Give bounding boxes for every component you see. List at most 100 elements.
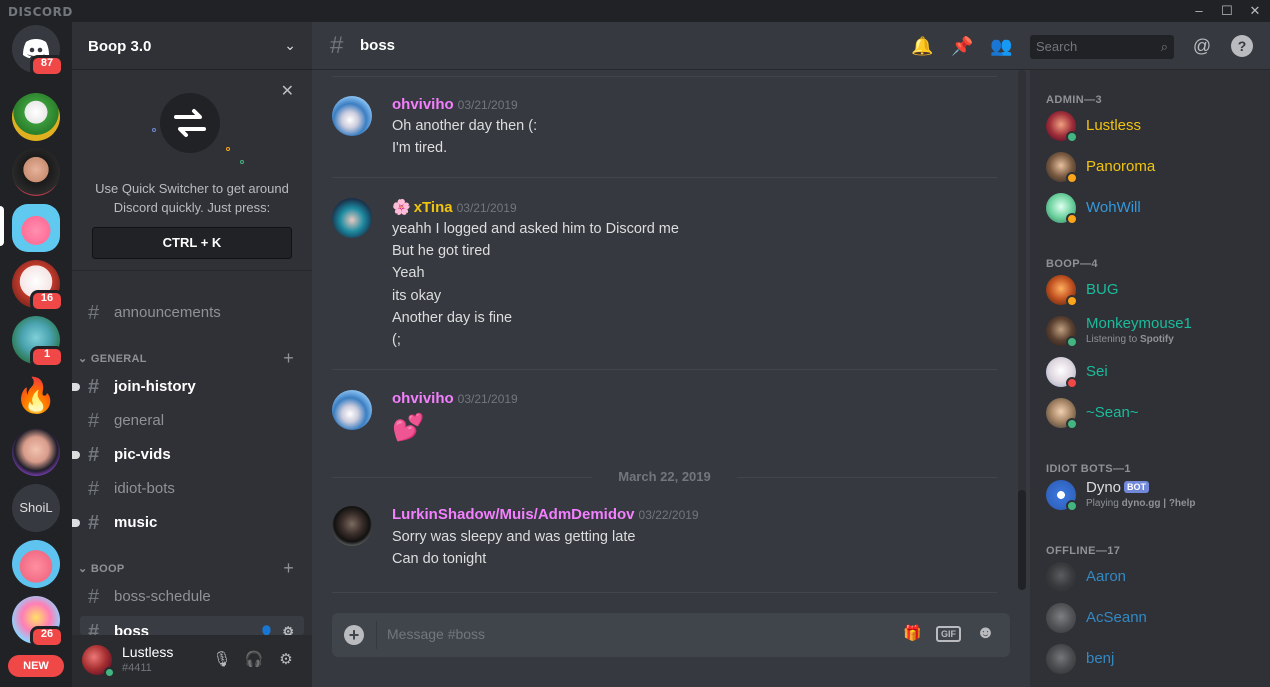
add-channel-icon[interactable]: + <box>283 558 294 579</box>
gif-icon[interactable]: GIF <box>936 626 961 642</box>
channel-idiot-bots[interactable]: # idiot-bots <box>80 473 304 505</box>
scrollbar-thumb[interactable] <box>1018 490 1026 590</box>
member-item[interactable]: ~Sean~ <box>1046 394 1256 434</box>
home-button[interactable]: 87 <box>12 25 64 77</box>
unread-badge: 1 <box>30 346 64 368</box>
maximize-button[interactable]: ☐ <box>1216 2 1238 20</box>
channel-label: boss <box>114 623 150 635</box>
message-divider <box>332 76 997 77</box>
member-item[interactable]: AcSeann <box>1046 599 1256 639</box>
category-general[interactable]: ⌄ GENERAL + <box>78 348 306 370</box>
avatar <box>1046 603 1076 633</box>
avatar[interactable] <box>332 506 372 546</box>
member-name: ~Sean~ <box>1086 404 1139 421</box>
mentions-icon[interactable]: @ <box>1191 35 1213 57</box>
search-placeholder: Search <box>1036 39 1078 54</box>
add-attachment-icon[interactable]: + <box>344 625 364 645</box>
minimize-button[interactable]: – <box>1188 2 1210 20</box>
mute-mic-icon[interactable]: 🎙 <box>212 650 232 670</box>
channel-label: boss-schedule <box>114 588 211 605</box>
member-item[interactable]: Lustless <box>1046 107 1256 147</box>
unread-badge: 26 <box>30 626 64 648</box>
avatar[interactable] <box>332 390 372 430</box>
date-divider: March 22, 2019 <box>332 469 997 485</box>
member-item[interactable]: Aaron <box>1046 558 1256 598</box>
member-name: Panoroma <box>1086 158 1156 175</box>
chat-scrollbar[interactable] <box>1018 70 1026 590</box>
category-boop[interactable]: ⌄ BOOP + <box>78 558 306 580</box>
pin-icon[interactable]: 📌 <box>951 35 973 57</box>
server-icon[interactable] <box>12 204 60 252</box>
message-author[interactable]: ohviviho 03/21/2019 <box>392 390 518 407</box>
message-input[interactable]: Message #boss <box>387 626 485 642</box>
headphones-icon[interactable]: 🎧 <box>244 650 264 670</box>
channel-sidebar: Boop 3.0 ⌄ ✕ Use Quick Switcher to get a… <box>72 22 312 687</box>
message-text: its okay <box>392 288 442 304</box>
message-text: Yeah <box>392 265 425 281</box>
status-idle-icon <box>1066 172 1078 184</box>
server-icon[interactable]: 1 <box>12 316 64 368</box>
message-author[interactable]: LurkinShadow/Muis/AdmDemidov 03/22/2019 <box>392 506 699 523</box>
search-input[interactable]: Search ⌕ <box>1030 35 1174 59</box>
message-author[interactable]: ohviviho 03/21/2019 <box>392 96 518 113</box>
invite-icon[interactable]: 👤 <box>259 616 274 635</box>
gear-icon[interactable]: ⚙ <box>282 616 294 635</box>
message-text: yeahh I logged and asked him to Discord … <box>392 221 679 237</box>
channel-pic-vids[interactable]: # pic-vids <box>72 439 304 471</box>
member-item[interactable]: WohWill <box>1046 189 1256 229</box>
server-icon[interactable] <box>12 428 60 476</box>
category-label: GENERAL <box>90 353 147 365</box>
add-channel-icon[interactable]: + <box>283 348 294 369</box>
new-servers-badge[interactable]: NEW <box>8 655 64 677</box>
quick-switcher-tip: ✕ Use Quick Switcher to get around Disco… <box>72 71 312 271</box>
server-icon[interactable] <box>12 540 60 588</box>
server-icon[interactable]: 26 <box>12 596 64 648</box>
timestamp: 03/21/2019 <box>457 392 518 406</box>
channel-boss-schedule[interactable]: # boss-schedule <box>80 581 304 613</box>
channel-join-history[interactable]: # join-history <box>72 371 304 403</box>
avatar[interactable] <box>332 96 372 136</box>
message-author[interactable]: 🌸 xTina 03/21/2019 <box>392 198 517 216</box>
timestamp: 03/21/2019 <box>457 98 518 112</box>
member-item[interactable]: Sei <box>1046 353 1256 393</box>
channel-music[interactable]: # music <box>72 507 304 539</box>
server-icon[interactable] <box>12 148 60 196</box>
author-name: ohviviho <box>392 96 454 113</box>
quick-switcher-icon <box>160 93 220 153</box>
hash-icon: # <box>88 376 100 398</box>
message-text: Can do tonight <box>392 551 487 567</box>
member-list-icon[interactable]: 👥 <box>990 35 1012 57</box>
server-icon-shoil[interactable]: ShoiL <box>12 484 60 532</box>
search-icon: ⌕ <box>1160 39 1168 54</box>
tip-line: Discord quickly. Just press: <box>113 200 271 215</box>
gift-icon[interactable]: 🎁 <box>903 624 922 642</box>
channel-announcements[interactable]: # announcements <box>80 297 304 329</box>
channel-general[interactable]: # general <box>80 405 304 437</box>
avatar <box>1046 562 1076 592</box>
member-item[interactable]: benj <box>1046 640 1256 680</box>
status-idle-icon <box>1066 295 1078 307</box>
channel-boss[interactable]: # boss 👤 ⚙ <box>80 616 304 635</box>
help-icon[interactable]: ? <box>1231 35 1253 57</box>
close-window-button[interactable]: ✕ <box>1244 2 1266 20</box>
avatar[interactable] <box>332 198 372 238</box>
server-icon[interactable]: 🔥 <box>12 372 60 420</box>
message-composer[interactable]: + Message #boss 🎁 GIF ☻ <box>332 613 1010 657</box>
close-icon[interactable]: ✕ <box>281 81 294 101</box>
status-on-icon <box>1066 131 1078 143</box>
bell-icon[interactable]: 🔔 <box>911 35 933 57</box>
settings-gear-icon[interactable]: ⚙ <box>276 650 296 670</box>
hash-icon: # <box>88 621 100 635</box>
hash-icon: # <box>88 478 100 500</box>
chat-header: # boss 🔔 📌 👥 Search ⌕ @ ? <box>312 22 1270 70</box>
server-list: 87 16 1 🔥 ShoiL 26 <box>0 22 72 687</box>
server-icon[interactable]: 16 <box>12 260 64 312</box>
server-icon[interactable] <box>12 93 60 141</box>
shortcut-key: CTRL + K <box>92 227 292 259</box>
member-item[interactable]: Monkeymouse1 Listening to Spotify <box>1046 312 1256 352</box>
emoji-icon[interactable]: ☻ <box>976 622 995 643</box>
member-item[interactable]: Dyno BOT Playing dyno.gg | ?help <box>1046 476 1256 516</box>
guild-header[interactable]: Boop 3.0 ⌄ <box>72 22 312 70</box>
member-item[interactable]: BUG <box>1046 271 1256 311</box>
member-item[interactable]: Panoroma <box>1046 148 1256 188</box>
